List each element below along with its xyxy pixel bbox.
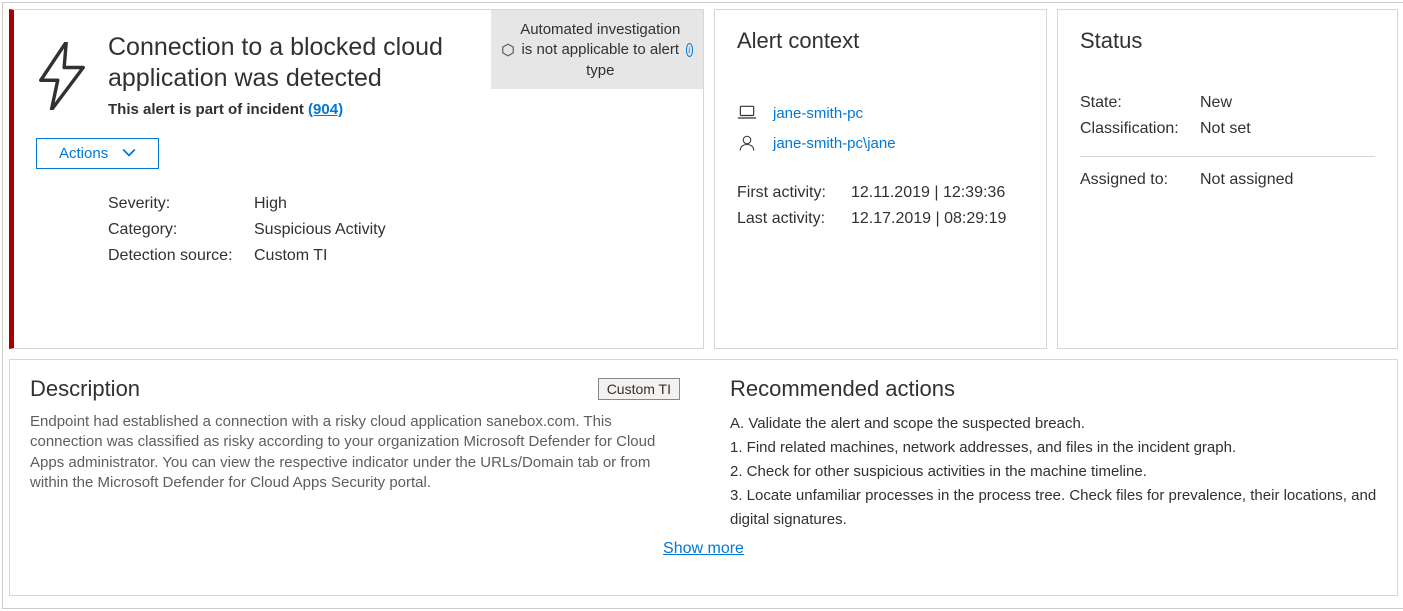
status-divider: [1080, 156, 1375, 157]
info-icon[interactable]: i: [686, 43, 694, 57]
actions-label: Actions: [59, 145, 108, 162]
severity-value: High: [254, 195, 287, 213]
assigned-value: Not assigned: [1200, 171, 1293, 189]
laptop-icon: [737, 104, 757, 122]
description-heading: Description: [30, 376, 140, 402]
lightning-bolt-icon: [36, 42, 88, 110]
auto-banner-text: Automated investigation is not applicabl…: [519, 20, 682, 81]
alert-title: Connection to a blocked cloud applicatio…: [108, 32, 468, 95]
last-activity-row: Last activity: 12.17.2019 | 08:29:19: [737, 210, 1024, 228]
severity-row: Severity: High: [108, 195, 681, 213]
detection-value: Custom TI: [254, 247, 328, 265]
detection-row: Detection source: Custom TI: [108, 247, 681, 265]
state-row: State: New: [1080, 94, 1375, 112]
hexagon-icon: [501, 43, 515, 57]
context-heading: Alert context: [737, 28, 1024, 54]
last-activity-value: 12.17.2019 | 08:29:19: [851, 210, 1006, 228]
category-row: Category: Suspicious Activity: [108, 221, 681, 239]
device-link[interactable]: jane-smith-pc: [773, 105, 863, 122]
alert-icon-wrap: [36, 28, 108, 330]
description-column: Description Custom TI Endpoint had estab…: [30, 376, 680, 532]
classification-label: Classification:: [1080, 120, 1200, 138]
recommended-heading: Recommended actions: [730, 376, 1377, 402]
bottom-grid: Description Custom TI Endpoint had estab…: [30, 376, 1377, 532]
description-card: Description Custom TI Endpoint had estab…: [9, 359, 1398, 596]
incident-prefix: This alert is part of incident: [108, 101, 308, 118]
alert-detail-page: Connection to a blocked cloud applicatio…: [2, 2, 1403, 609]
rec-item-1: 1. Find related machines, network addres…: [730, 436, 1377, 460]
recommended-list: A. Validate the alert and scope the susp…: [730, 412, 1377, 532]
actions-button[interactable]: Actions: [36, 138, 159, 169]
status-card: Status State: New Classification: Not se…: [1057, 9, 1398, 349]
alert-summary-card: Connection to a blocked cloud applicatio…: [9, 9, 704, 349]
recommended-column: Recommended actions A. Validate the aler…: [730, 376, 1377, 532]
description-header: Description Custom TI: [30, 376, 680, 402]
show-more-link[interactable]: Show more: [30, 532, 1377, 562]
rec-item-a: A. Validate the alert and scope the susp…: [730, 412, 1377, 436]
chevron-down-icon: [122, 146, 136, 160]
detection-label: Detection source:: [108, 247, 254, 265]
alert-context-card: Alert context jane-smith-pc jane-smith-p…: [714, 9, 1047, 349]
assigned-label: Assigned to:: [1080, 171, 1200, 189]
first-activity-value: 12.11.2019 | 12:39:36: [851, 184, 1005, 202]
user-row: jane-smith-pc\jane: [737, 134, 1024, 152]
first-activity-row: First activity: 12.11.2019 | 12:39:36: [737, 184, 1024, 202]
user-link[interactable]: jane-smith-pc\jane: [773, 135, 896, 152]
classification-row: Classification: Not set: [1080, 120, 1375, 138]
status-heading: Status: [1080, 28, 1375, 54]
severity-label: Severity:: [108, 195, 254, 213]
state-label: State:: [1080, 94, 1200, 112]
incident-link[interactable]: (904): [308, 101, 343, 118]
first-activity-label: First activity:: [737, 184, 851, 202]
assigned-row: Assigned to: Not assigned: [1080, 171, 1375, 189]
state-value: New: [1200, 94, 1232, 112]
device-row: jane-smith-pc: [737, 104, 1024, 122]
user-icon: [737, 134, 757, 152]
classification-value: Not set: [1200, 120, 1251, 138]
automated-investigation-banner: Automated investigation is not applicabl…: [491, 10, 703, 89]
category-value: Suspicious Activity: [254, 221, 386, 239]
rec-item-3: 3. Locate unfamiliar processes in the pr…: [730, 484, 1377, 532]
rec-item-2: 2. Check for other suspicious activities…: [730, 460, 1377, 484]
top-row: Connection to a blocked cloud applicatio…: [9, 9, 1398, 349]
description-body: Endpoint had established a connection wi…: [30, 412, 680, 493]
incident-line: This alert is part of incident (904): [108, 101, 681, 118]
custom-ti-tag: Custom TI: [598, 378, 680, 400]
category-label: Category:: [108, 221, 254, 239]
last-activity-label: Last activity:: [737, 210, 851, 228]
